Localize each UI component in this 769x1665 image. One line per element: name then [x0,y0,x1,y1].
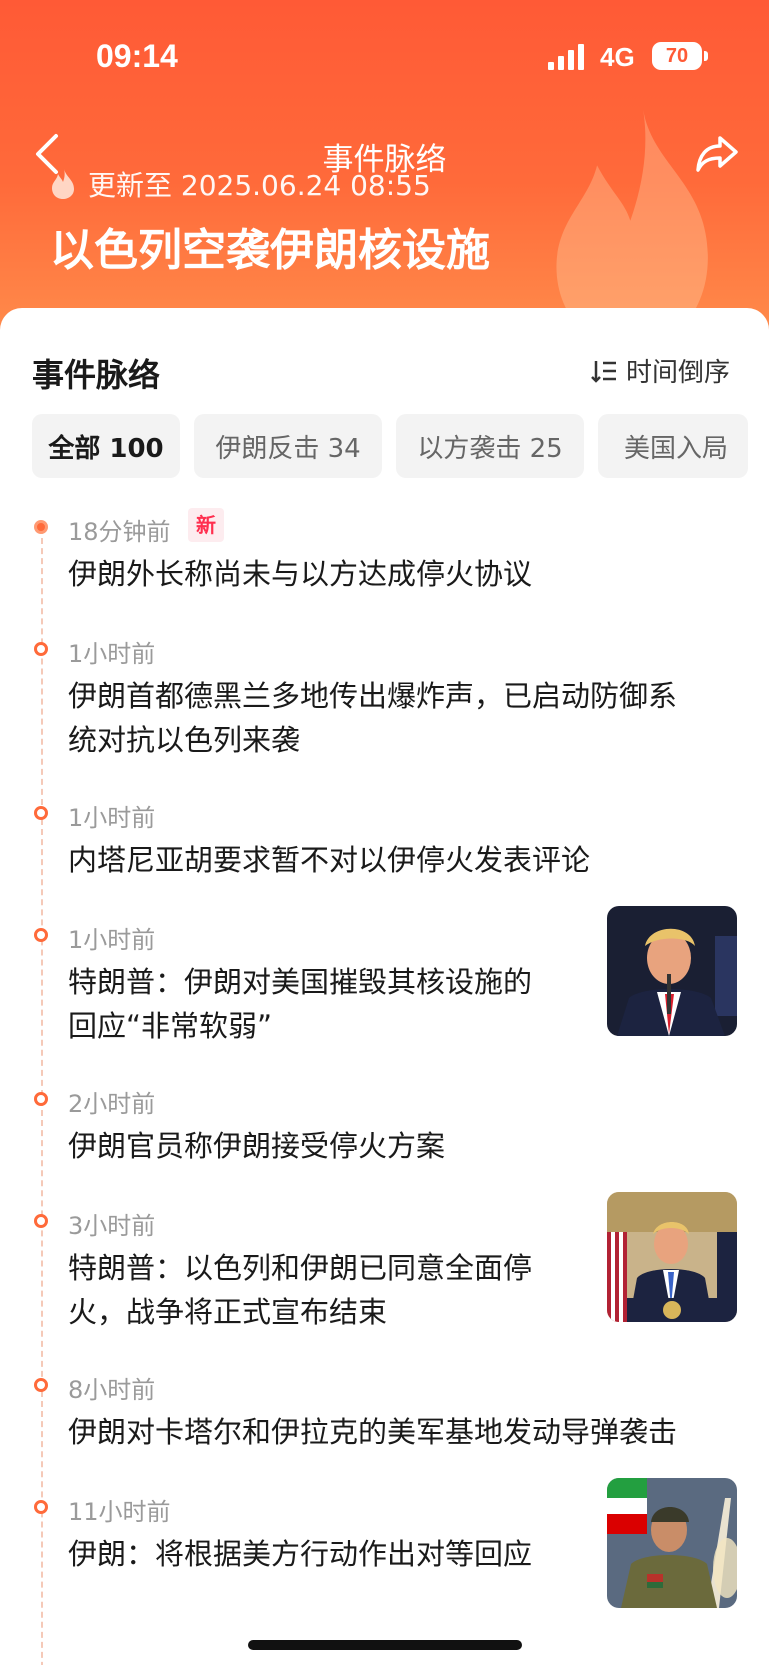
headline-line: 内塔尼亚胡要求暂不对以伊停火发表评论 [68,843,591,877]
headline-line: 统对抗以色列来袭 [68,723,301,757]
timeline-dot [34,1500,48,1514]
filter-chip-iran-counter[interactable]: 伊朗反击 34 [194,414,382,478]
headline-line: 火，战争将正式宣布结束 [68,1295,388,1329]
trump-podium-image [607,1192,737,1322]
status-bar: 09:14 4G 70 [0,0,769,110]
item-headline: 伊朗官员称伊朗接受停火方案 [68,1124,445,1168]
status-time: 09:14 [96,38,178,74]
battery-tip [704,51,708,61]
battery-icon: 70 [652,42,702,70]
item-time: 2小时前 [68,1090,156,1118]
item-headline: 伊朗外长称尚未与以方达成停火协议 [68,552,532,596]
filter-chip-us-entry[interactable]: 美国入局 [598,414,748,478]
trump-portrait-image [607,906,737,1036]
headline-line: 伊朗：将根据美方行动作出对等回应 [68,1537,533,1571]
update-time: 更新至 2025.06.24 08:55 [88,169,431,202]
timeline-dot [34,928,48,942]
flame-icon [52,169,74,199]
headline-line: 伊朗外长称尚未与以方达成停火协议 [68,557,533,591]
headline-line: 伊朗首都德黑兰多地传出爆炸声，已启动防御系 [68,679,678,713]
network-label: 4G [600,42,635,72]
item-headline: 伊朗对卡塔尔和伊拉克的美军基地发动导弹袭击 [68,1410,677,1454]
timeline-dot [34,1092,48,1106]
update-row: 更新至 2025.06.24 08:55 [50,164,431,204]
iran-general-image [607,1478,737,1608]
home-indicator[interactable] [248,1640,522,1650]
filter-chips: 全部 100 伊朗反击 34 以方袭击 25 美国入局 [32,414,769,480]
item-time: 1小时前 [68,804,156,832]
item-time: 1小时前 [68,640,156,668]
filter-chip-israel-strike[interactable]: 以方袭击 25 [396,414,584,478]
item-headline: 特朗普：伊朗对美国摧毁其核设施的 回应“非常软弱” [68,960,532,1048]
sort-icon [591,360,616,383]
item-headline: 内塔尼亚胡要求暂不对以伊停火发表评论 [68,838,590,882]
filter-chip-all[interactable]: 全部 100 [32,414,180,478]
content-sheet: 事件脉络 时间倒序 全部 100 伊朗反击 34 以方袭击 25 美国入局 18… [0,308,769,1665]
section-title: 事件脉络 [32,356,161,394]
news-thumbnail[interactable] [607,1192,737,1322]
item-time: 1小时前 [68,926,156,954]
new-badge: 新 [188,508,224,542]
headline-line: 伊朗官员称伊朗接受停火方案 [68,1129,446,1163]
news-thumbnail[interactable] [607,1478,737,1608]
share-icon[interactable] [694,134,740,174]
headline-line: 回应“非常软弱” [68,1009,273,1043]
item-headline: 伊朗：将根据美方行动作出对等回应 [68,1532,532,1576]
event-title: 以色列空袭伊朗核设施 [50,225,490,276]
timeline-dot [34,1214,48,1228]
item-time: 8小时前 [68,1376,156,1404]
timeline-dot [34,806,48,820]
headline-line: 特朗普：以色列和伊朗已同意全面停 [68,1251,533,1285]
item-headline: 伊朗首都德黑兰多地传出爆炸声，已启动防御系 统对抗以色列来袭 [68,674,677,762]
headline-line: 伊朗对卡塔尔和伊拉克的美军基地发动导弹袭击 [68,1415,678,1449]
item-time: 18分钟前 [68,518,171,546]
sort-button[interactable]: 时间倒序 [590,352,730,389]
timeline-dot [34,520,48,534]
timeline-dot [34,1378,48,1392]
sort-label: 时间倒序 [626,358,731,388]
event-header: 09:14 4G 70 事件脉络 更新至 2025.06.24 08:55 以色… [0,0,769,330]
news-thumbnail[interactable] [607,906,737,1036]
timeline-dot [34,642,48,656]
headline-line: 特朗普：伊朗对美国摧毁其核设施的 [68,965,533,999]
item-time: 11小时前 [68,1498,171,1526]
item-headline: 特朗普：以色列和伊朗已同意全面停 火，战争将正式宣布结束 [68,1246,532,1334]
signal-icon [548,44,584,70]
item-time: 3小时前 [68,1212,156,1240]
